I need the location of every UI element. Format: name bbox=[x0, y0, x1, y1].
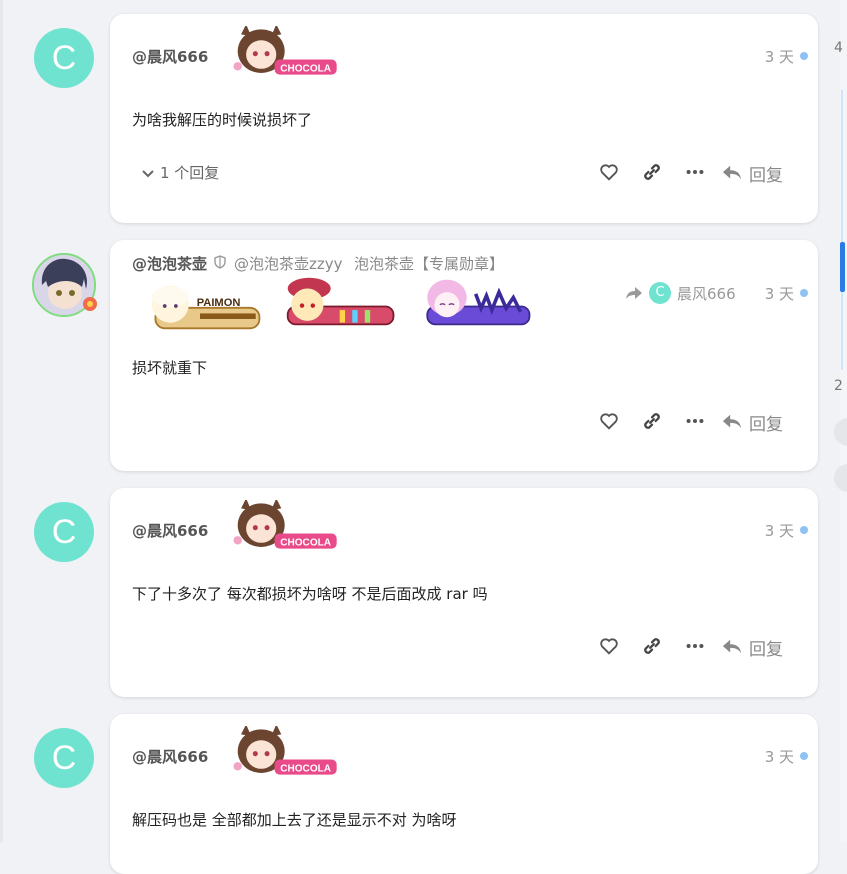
reply-label: 回复 bbox=[749, 165, 783, 186]
expand-replies-button[interactable]: 1 个回复 bbox=[140, 162, 219, 183]
shield-icon bbox=[214, 255, 226, 269]
link-button[interactable] bbox=[641, 161, 663, 185]
timestamp: 3 天 bbox=[764, 285, 794, 303]
like-button[interactable] bbox=[598, 410, 620, 434]
badge-text: CHOCOLA bbox=[280, 537, 331, 548]
action-bar: 回复 bbox=[598, 161, 818, 186]
timestamp: 3 天 bbox=[764, 748, 794, 766]
username[interactable]: @晨风666 bbox=[132, 746, 208, 767]
left-border bbox=[0, 0, 3, 842]
scroll-track[interactable] bbox=[841, 90, 843, 370]
reply-to-avatar: C bbox=[649, 282, 671, 304]
heart-icon bbox=[600, 638, 618, 655]
reply-icon bbox=[722, 639, 742, 654]
reply-button[interactable]: 回复 bbox=[721, 635, 783, 660]
username[interactable]: @泡泡茶壶 bbox=[132, 253, 207, 274]
more-icon bbox=[686, 643, 704, 649]
chocola-badge-image: CHOCOLA bbox=[233, 26, 337, 75]
comment-card: @晨风666 CHOCOLA 3 天 下了十多次了 每次都损坏为啥呀 不是后面改… bbox=[110, 488, 818, 697]
paimon-badge-image: PAIMON bbox=[151, 285, 261, 330]
reply-label: 回复 bbox=[749, 414, 783, 435]
user-title: 泡泡茶壶【专属勋章】 bbox=[354, 255, 505, 273]
more-button[interactable] bbox=[684, 635, 706, 659]
badge-text: CHOCOLA bbox=[280, 763, 331, 774]
like-button[interactable] bbox=[598, 635, 620, 659]
reply-label: 回复 bbox=[749, 639, 783, 660]
chevron-down-icon bbox=[142, 169, 154, 177]
timestamp: 3 天 bbox=[764, 522, 794, 540]
comment-text: 下了十多次了 每次都损坏为啥呀 不是后面改成 rar 吗 bbox=[132, 585, 488, 603]
more-icon bbox=[686, 418, 704, 424]
reply-button[interactable]: 回复 bbox=[721, 161, 783, 186]
avatar[interactable]: C bbox=[34, 728, 94, 788]
status-dot bbox=[800, 526, 808, 534]
rail-top-number: 4 bbox=[834, 40, 843, 56]
avatar[interactable]: C bbox=[34, 28, 94, 88]
badge-text: CHOCOLA bbox=[280, 63, 331, 74]
link-button[interactable] bbox=[641, 410, 663, 434]
username[interactable]: @晨风666 bbox=[132, 520, 208, 541]
action-bar: 回复 bbox=[598, 635, 818, 660]
reply-button[interactable]: 回复 bbox=[721, 410, 783, 435]
comment-text: 损坏就重下 bbox=[132, 359, 208, 377]
more-button[interactable] bbox=[684, 410, 706, 434]
link-icon bbox=[644, 413, 660, 429]
status-dot bbox=[800, 52, 808, 60]
purple-badge-image bbox=[426, 279, 531, 326]
chocola-badge-image: CHOCOLA bbox=[233, 726, 337, 775]
expander-label: 1 个回复 bbox=[160, 164, 220, 182]
action-bar: 回复 bbox=[598, 410, 818, 435]
comment-card: @晨风666 CHOCOLA 3 天 为啥我解压的时候说损坏了 1 个回复 回复 bbox=[110, 14, 818, 223]
reply-icon bbox=[722, 414, 742, 429]
timestamp: 3 天 bbox=[764, 48, 794, 66]
rail-bottom-number: 2 bbox=[834, 378, 843, 394]
comment-card: @晨风666 CHOCOLA 3 天 解压码也是 全部都加上去了还是显示不对 为… bbox=[110, 714, 818, 874]
like-button[interactable] bbox=[598, 161, 620, 185]
username[interactable]: @晨风666 bbox=[132, 46, 208, 67]
comment-text: 为啥我解压的时候说损坏了 bbox=[132, 111, 313, 129]
scroll-up-button[interactable] bbox=[834, 418, 847, 446]
heart-icon bbox=[600, 413, 618, 430]
comment-text: 解压码也是 全部都加上去了还是显示不对 为啥呀 bbox=[132, 811, 457, 829]
status-dot bbox=[800, 752, 808, 760]
badge-text: PAIMON bbox=[197, 297, 241, 309]
link-icon bbox=[644, 638, 660, 654]
chocola-badge-image: CHOCOLA bbox=[233, 500, 337, 549]
link-button[interactable] bbox=[641, 635, 663, 659]
scroll-thumb[interactable] bbox=[840, 242, 845, 292]
avatar[interactable]: C bbox=[34, 502, 94, 562]
reply-to-indicator[interactable]: C 晨风666 bbox=[625, 282, 736, 304]
more-icon bbox=[686, 169, 704, 175]
user-handle: @泡泡茶壶zzyy bbox=[234, 255, 343, 273]
reply-to-name: 晨风666 bbox=[677, 284, 736, 303]
reply-icon bbox=[722, 165, 742, 180]
forward-arrow-icon bbox=[626, 287, 642, 299]
avatar-decoration-icon bbox=[83, 297, 97, 311]
more-button[interactable] bbox=[684, 161, 706, 185]
status-dot bbox=[800, 289, 808, 297]
link-icon bbox=[644, 164, 660, 180]
flandre-badge-image bbox=[286, 277, 395, 326]
comment-card: @泡泡茶壶 @泡泡茶壶zzyy 泡泡茶壶【专属勋章】 PAIMON C 晨风66… bbox=[110, 240, 818, 471]
scroll-down-button[interactable] bbox=[834, 464, 847, 492]
heart-icon bbox=[600, 164, 618, 181]
